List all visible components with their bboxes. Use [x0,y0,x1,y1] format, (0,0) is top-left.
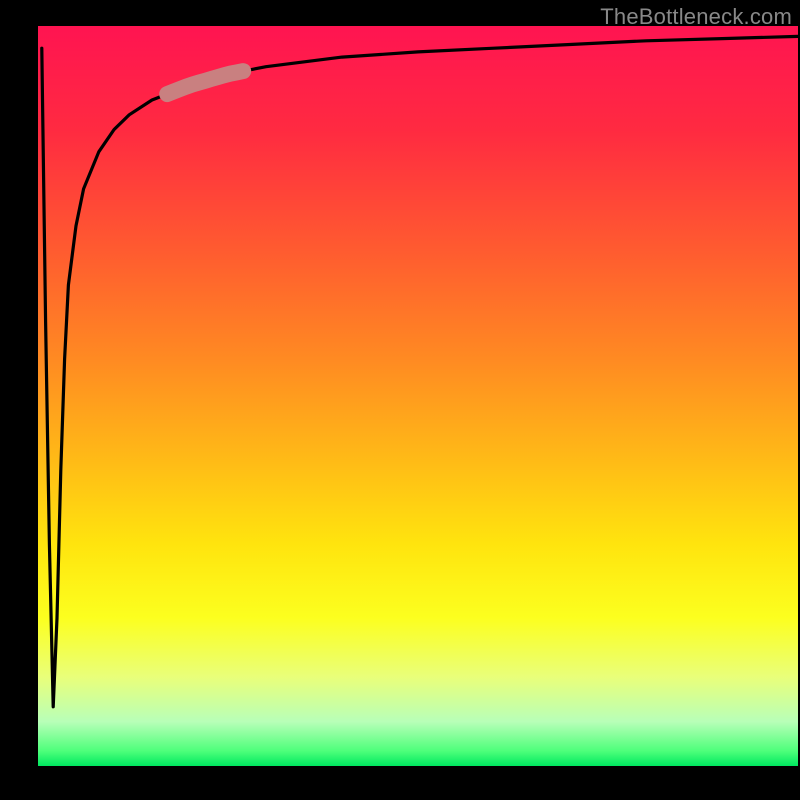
chart-frame: TheBottleneck.com [0,0,800,800]
x-axis-strip [0,766,800,800]
y-axis-strip [0,0,38,800]
watermark-text: TheBottleneck.com [600,4,792,30]
plot-gradient-background [38,26,798,766]
